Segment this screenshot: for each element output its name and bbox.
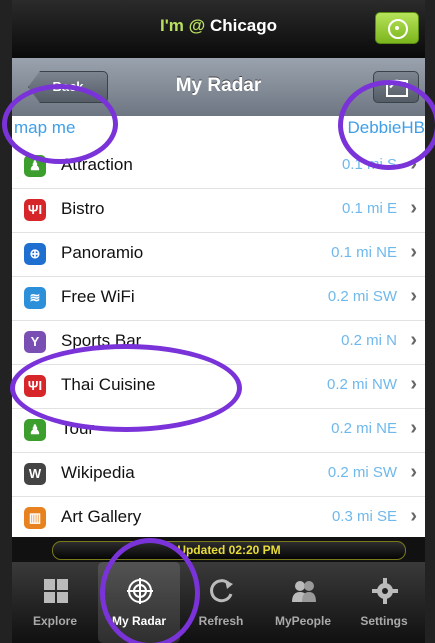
list-item[interactable]: W Wikipedia 0.2 mi SW › bbox=[12, 452, 425, 497]
current-location: I'm @ Chicago bbox=[12, 16, 425, 36]
chevron-right-icon: › bbox=[410, 285, 417, 307]
chevron-right-icon: › bbox=[410, 329, 417, 351]
place-distance: 0.1 mi S bbox=[341, 156, 397, 173]
page-title: My Radar bbox=[175, 75, 262, 96]
updated-status: Updated 02:20 PM bbox=[52, 541, 406, 560]
share-button[interactable]: ➚ bbox=[373, 71, 419, 103]
gallery-icon: ▥ bbox=[24, 507, 46, 529]
drink-icon: Y bbox=[24, 331, 46, 353]
tour-icon: ♟ bbox=[24, 419, 46, 441]
updated-time: Updated 02:20 PM bbox=[177, 543, 281, 557]
tab-settings-label: Settings bbox=[360, 614, 408, 628]
list-item[interactable]: ≋ Free WiFi 0.2 mi SW › bbox=[12, 276, 425, 321]
user-link[interactable]: DebbieHB bbox=[348, 118, 426, 138]
location-prefix: I'm bbox=[160, 16, 184, 35]
list-header: map me DebbieHB bbox=[12, 116, 425, 144]
place-distance: 0.1 mi E bbox=[341, 200, 397, 217]
chevron-right-icon: › bbox=[410, 241, 417, 263]
place-distance: 0.2 mi SW bbox=[327, 288, 397, 305]
tab-bar: Explore My Radar Refresh MyPeople Settin… bbox=[12, 562, 425, 643]
place-distance: 0.2 mi SW bbox=[327, 464, 397, 481]
tab-refresh[interactable]: Refresh bbox=[180, 562, 262, 643]
map-me-link[interactable]: map me bbox=[14, 118, 75, 138]
gear-icon bbox=[372, 578, 398, 604]
chevron-right-icon: › bbox=[410, 417, 417, 439]
list-item[interactable]: ⊕ Panoramio 0.1 mi NE › bbox=[12, 232, 425, 277]
tab-mypeople[interactable]: MyPeople bbox=[262, 562, 344, 643]
place-name: Art Gallery bbox=[61, 507, 142, 526]
chevron-right-icon: › bbox=[410, 505, 417, 527]
place-name: Panoramio bbox=[61, 243, 144, 262]
fork-knife-icon: ΨΙ bbox=[24, 199, 46, 221]
people-icon bbox=[292, 581, 316, 602]
tab-settings[interactable]: Settings bbox=[343, 562, 425, 643]
list-item[interactable]: ▥ Art Gallery 0.3 mi SE › bbox=[12, 496, 425, 537]
place-name: Wikipedia bbox=[61, 463, 135, 482]
place-distance: 0.3 mi SE bbox=[331, 508, 397, 525]
place-name: Tour bbox=[61, 419, 95, 438]
wifi-icon: ≋ bbox=[24, 287, 46, 309]
place-name: Attraction bbox=[61, 155, 133, 174]
place-distance: 0.2 mi NW bbox=[326, 376, 397, 393]
tab-explore[interactable]: Explore bbox=[14, 562, 96, 643]
list-item[interactable]: Y Sports Bar 0.2 mi N › bbox=[12, 320, 425, 365]
place-distance: 0.1 mi NE bbox=[331, 244, 397, 261]
attraction-icon: ♟ bbox=[24, 155, 46, 177]
refresh-icon bbox=[210, 579, 233, 603]
place-distance: 0.2 mi N bbox=[341, 332, 397, 349]
chevron-right-icon: › bbox=[410, 461, 417, 483]
chevron-right-icon: › bbox=[410, 197, 417, 219]
tab-explore-label: Explore bbox=[32, 614, 77, 628]
tab-refresh-label: Refresh bbox=[198, 614, 244, 628]
location-bar: I'm @ Chicago bbox=[12, 0, 425, 58]
place-name: Bistro bbox=[61, 199, 105, 218]
city-name: Chicago bbox=[209, 16, 277, 35]
navigation-bar: Back My Radar ➚ bbox=[12, 58, 425, 117]
place-name: Free WiFi bbox=[61, 287, 135, 306]
location-at: @ bbox=[188, 16, 206, 35]
list-item[interactable]: ΨΙ Thai Cuisine 0.2 mi NW › bbox=[12, 364, 425, 409]
explore-grid-icon bbox=[44, 579, 68, 603]
list-item[interactable]: ♟ Attraction 0.1 mi S › bbox=[12, 144, 425, 189]
app-screen: I'm @ Chicago Back My Radar ➚ map me Deb… bbox=[0, 0, 435, 643]
fork-knife-icon: ΨΙ bbox=[24, 375, 46, 397]
tab-my-radar-label: My Radar bbox=[111, 614, 167, 628]
list-item[interactable]: ΨΙ Bistro 0.1 mi E › bbox=[12, 188, 425, 233]
place-distance: 0.2 mi NE bbox=[331, 420, 397, 437]
wikipedia-icon: W bbox=[24, 463, 46, 485]
chevron-right-icon: › bbox=[410, 373, 417, 395]
radar-icon bbox=[127, 578, 153, 604]
place-name: Thai Cuisine bbox=[61, 375, 156, 394]
list-item[interactable]: ♟ Tour 0.2 mi NE › bbox=[12, 408, 425, 453]
locate-button[interactable] bbox=[375, 12, 419, 44]
panoramio-icon: ⊕ bbox=[24, 243, 46, 265]
radar-list: map me DebbieHB ♟ Attraction 0.1 mi S › ΨΙ Bi… bbox=[12, 116, 425, 537]
tab-my-radar[interactable]: My Radar bbox=[98, 562, 180, 643]
tab-mypeople-label: MyPeople bbox=[274, 614, 331, 628]
place-name: Sports Bar bbox=[61, 331, 142, 350]
chevron-right-icon: › bbox=[410, 153, 417, 175]
